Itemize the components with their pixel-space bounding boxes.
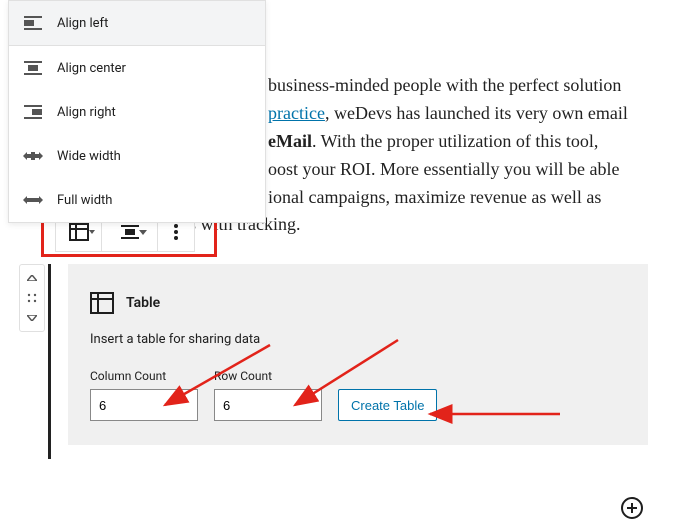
drag-handle[interactable] [23,291,41,305]
align-right-icon [23,102,43,122]
wide-width-item[interactable]: Wide width [9,134,265,178]
align-left-label: Align left [57,16,108,31]
align-left-item[interactable]: Align left [9,1,265,46]
align-right-item[interactable]: Align right [9,90,265,134]
add-block-button[interactable] [620,496,644,520]
wide-width-icon [23,146,43,166]
full-width-item[interactable]: Full width [9,178,265,222]
align-menu: Align left Align center Align right Wide… [8,0,266,223]
paragraph-frag-1: business-minded people with the perfect … [268,75,621,95]
block-mover [19,264,45,332]
table-block-description: Insert a table for sharing data [90,332,626,347]
caret-down-icon [139,230,147,235]
align-center-icon [23,58,43,78]
paragraph-link[interactable]: practice [268,103,325,123]
table-block-icon [90,292,114,314]
more-vertical-icon [174,224,178,240]
table-block-placeholder: Table Insert a table for sharing data Co… [68,264,648,445]
table-block-title: Table [126,295,160,311]
move-down-button[interactable] [23,311,41,325]
column-count-input[interactable] [90,389,198,421]
table-icon [69,223,89,241]
block-selection-bar [48,264,51,459]
full-width-label: Full width [57,193,112,208]
row-count-input[interactable] [214,389,322,421]
full-width-icon [23,190,43,210]
align-center-label: Align center [57,61,126,76]
paragraph-bold: eMail [268,131,312,151]
align-left-icon [23,13,43,33]
align-center-item[interactable]: Align center [9,46,265,90]
paragraph-frag-2: , weDevs has launched its very own email [325,103,628,123]
create-table-button[interactable]: Create Table [338,389,437,421]
move-up-button[interactable] [23,271,41,285]
align-icon [121,225,139,239]
column-count-label: Column Count [90,369,198,383]
paragraph-frag-4: oost your ROI. More essentially you will… [268,159,619,179]
row-count-label: Row Count [214,369,322,383]
wide-width-label: Wide width [57,149,121,164]
align-right-label: Align right [57,105,116,120]
paragraph-frag-5: ional campaigns, maximize revenue as wel… [268,187,601,207]
caret-down-icon [89,230,95,234]
paragraph-frag-3: . With the proper utilization of this to… [312,131,598,151]
